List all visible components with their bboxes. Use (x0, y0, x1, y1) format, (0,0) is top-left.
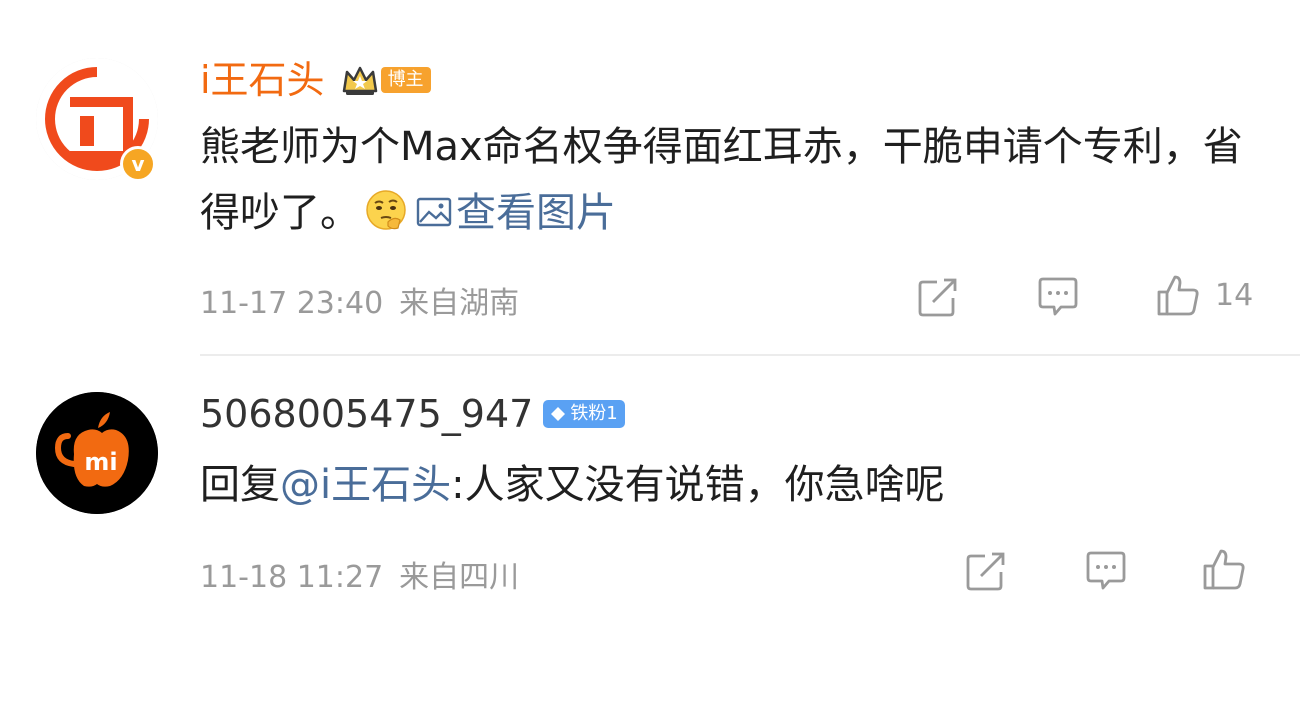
thinking-emoji-icon (366, 190, 406, 230)
fan-badge: 铁粉1 (543, 400, 625, 428)
comment-item: v i王石头 博主 熊老师为个Max命名权争得面红耳赤，干脆申请个专利，省得吵了… (0, 0, 1300, 355)
share-icon (918, 278, 957, 317)
share-icon (966, 552, 1005, 591)
location: 来自湖南 (399, 286, 520, 321)
author-row: 5068005475_947 铁粉1 (200, 384, 625, 444)
blogger-badge: 博主 (341, 63, 431, 97)
thumbs-up-icon (1203, 549, 1245, 590)
avatar-logo-icon: mi (36, 392, 158, 514)
reply-button[interactable] (1035, 274, 1081, 320)
comment-body: 熊老师为个Max命名权争得面红耳赤，干脆申请个专利，省得吵了。 (200, 124, 1243, 236)
comment-meta: 11-18 11:27 来自四川 (200, 552, 519, 596)
verified-badge-icon: v (120, 146, 156, 182)
comment-text: 熊老师为个Max命名权争得面红耳赤，干脆申请个专利，省得吵了。 查看图片 (200, 114, 1260, 246)
timestamp: 11-18 11:27 (200, 560, 384, 595)
thumbs-up-icon (1157, 275, 1199, 316)
view-image-link[interactable]: 查看图片 (416, 190, 616, 236)
crown-icon (342, 66, 377, 95)
comment-icon (1086, 551, 1126, 590)
share-button[interactable] (915, 274, 961, 320)
avatar-logo-text: mi (84, 448, 117, 476)
comment-item: mi 5068005475_947 铁粉1 回复@i王石头:人家又没有说错，你急… (0, 356, 1300, 727)
like-count: 14 (1215, 277, 1254, 313)
location: 来自四川 (399, 560, 520, 595)
like-button[interactable]: 14 (1155, 272, 1253, 318)
image-icon (416, 197, 452, 227)
mention-link[interactable]: @i王石头 (280, 462, 451, 508)
avatar[interactable]: mi (36, 392, 158, 514)
share-button[interactable] (963, 548, 1009, 594)
comment-icon (1038, 277, 1078, 316)
comment-text: 回复@i王石头:人家又没有说错，你急啥呢 (200, 452, 1260, 518)
reply-prefix: 回复 (200, 462, 280, 508)
badge-label: 博主 (380, 67, 431, 93)
reply-button[interactable] (1083, 548, 1129, 594)
author-name[interactable]: 5068005475_947 (200, 386, 533, 442)
comment-meta: 11-17 23:40 来自湖南 (200, 278, 519, 322)
badge-label: 铁粉1 (570, 403, 618, 424)
timestamp: 11-17 23:40 (200, 286, 384, 321)
view-image-label: 查看图片 (456, 190, 616, 236)
diamond-icon (551, 407, 566, 421)
like-button[interactable] (1201, 546, 1247, 592)
comment-body: :人家又没有说错，你急啥呢 (451, 462, 945, 508)
author-name[interactable]: i王石头 (200, 52, 325, 108)
author-row: i王石头 博主 (200, 52, 431, 108)
